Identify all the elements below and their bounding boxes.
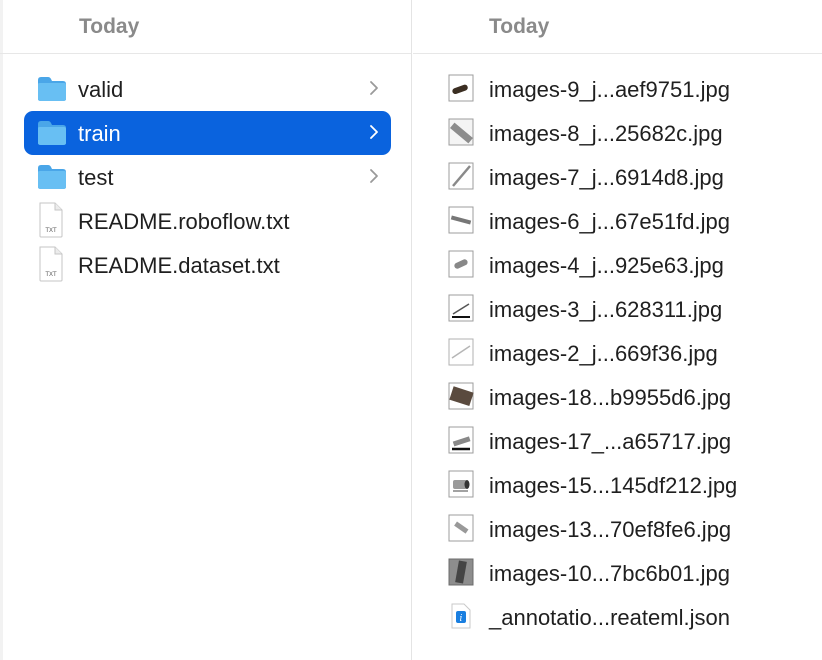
column-header-label: Today [489,15,550,38]
image-thumbnail-icon [448,470,474,498]
text-file-icon: TXT [39,246,63,282]
image-thumbnail-icon [448,74,474,102]
folder-icon [38,121,66,145]
folder-item-test[interactable]: test [24,155,391,199]
text-file-icon: TXT [39,202,63,238]
chevron-right-icon [370,81,378,95]
file-item-image[interactable]: images-17_...a65717.jpg [413,419,813,463]
file-label: _annotatio...reateml.json [489,605,730,630]
file-item-image[interactable]: images-13...70ef8fe6.jpg [413,507,813,551]
file-label: images-9_j...aef9751.jpg [489,77,730,102]
file-label: images-15...145df212.jpg [489,473,738,498]
folder-item-valid[interactable]: valid [24,67,391,111]
file-item-image[interactable]: images-3_j...628311.jpg [413,287,813,331]
json-file-icon: i [451,603,471,629]
file-item-image[interactable]: images-7_j...6914d8.jpg [413,155,813,199]
file-item-image[interactable]: images-9_j...aef9751.jpg [413,67,813,111]
svg-text:i: i [460,614,463,624]
image-thumbnail-icon [448,118,474,146]
text-file-icon-label: TXT [45,228,57,234]
column-edge [0,0,3,660]
file-item-image[interactable]: images-10...7bc6b01.jpg [413,551,813,595]
folder-column-header[interactable]: Today [0,0,411,54]
column-browser: Today valid train test TXT README.robofl… [0,0,822,660]
image-thumbnail-icon [448,206,474,234]
file-label: README.dataset.txt [78,253,280,278]
folder-label: valid [78,77,124,102]
file-label: images-8_j...25682c.jpg [489,121,723,146]
image-thumbnail-icon [448,426,474,454]
image-thumbnail-icon [448,382,474,410]
file-item-image[interactable]: images-2_j...669f36.jpg [413,331,813,375]
file-label: README.roboflow.txt [78,209,290,234]
file-label: images-3_j...628311.jpg [489,297,723,322]
file-column-header[interactable]: Today [413,0,822,54]
image-thumbnail-icon [448,162,474,190]
image-thumbnail-icon [448,294,474,322]
file-label: images-18...b9955d6.jpg [489,385,732,410]
folder-column: Today valid train test TXT README.robofl… [0,0,412,660]
file-label: images-13...70ef8fe6.jpg [489,517,732,542]
text-file-icon-label: TXT [45,272,57,278]
file-item-image[interactable]: images-8_j...25682c.jpg [413,111,813,155]
folder-icon [38,77,66,101]
folder-label: train [78,121,121,146]
folder-icon [38,165,66,189]
column-header-label: Today [79,15,140,38]
folder-label: test [78,165,114,190]
file-label: images-4_j...925e63.jpg [489,253,724,278]
image-thumbnail-icon [448,338,474,366]
file-item-readme-dataset[interactable]: TXT README.dataset.txt [24,243,391,287]
file-label: images-17_...a65717.jpg [489,429,732,454]
file-label: images-10...7bc6b01.jpg [489,561,730,586]
chevron-right-icon [370,169,378,183]
file-label: images-7_j...6914d8.jpg [489,165,724,190]
file-item-image[interactable]: images-18...b9955d6.jpg [413,375,813,419]
file-item-image[interactable]: images-15...145df212.jpg [413,463,813,507]
file-item-json[interactable]: i _annotatio...reateml.json [413,595,813,639]
file-label: images-6_j...67e51fd.jpg [489,209,730,234]
image-thumbnail-icon [448,558,474,586]
image-thumbnail-icon [448,250,474,278]
chevron-right-icon [370,125,378,139]
folder-item-train[interactable]: train [24,111,391,155]
file-item-readme-roboflow[interactable]: TXT README.roboflow.txt [24,199,391,243]
file-label: images-2_j...669f36.jpg [489,341,718,366]
file-item-image[interactable]: images-4_j...925e63.jpg [413,243,813,287]
file-item-image[interactable]: images-6_j...67e51fd.jpg [413,199,813,243]
file-column: Today images-9_j...aef9751.jpg images-8_… [413,0,822,660]
image-thumbnail-icon [448,514,474,542]
